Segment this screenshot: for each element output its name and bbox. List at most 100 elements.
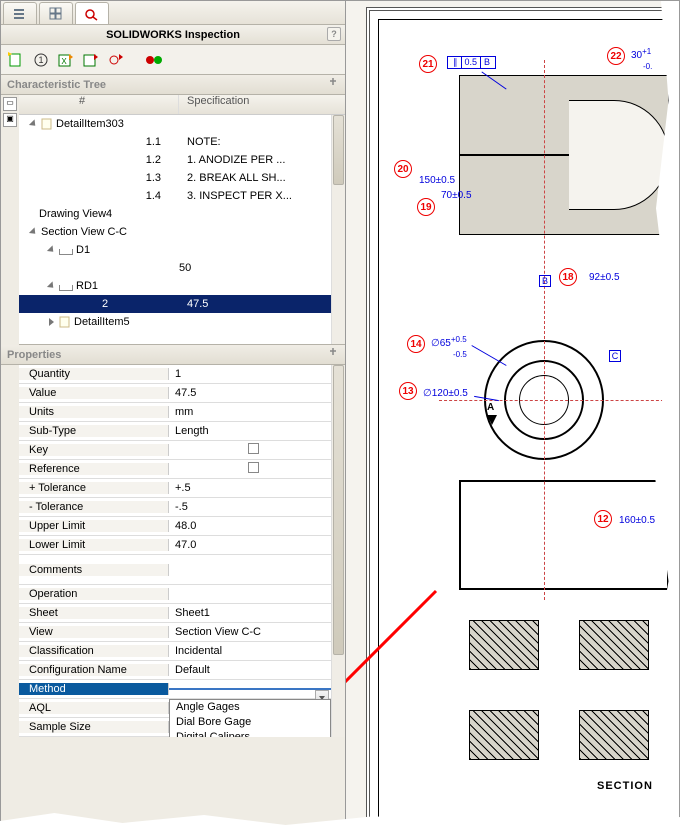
- balloon-21[interactable]: 21: [419, 55, 437, 73]
- grid-icon: [49, 7, 63, 21]
- balloon-13[interactable]: 13: [399, 382, 417, 400]
- char-tree-label: Characteristic Tree: [7, 79, 106, 91]
- panel-title: SOLIDWORKS Inspection: [106, 29, 240, 41]
- prop-sheet[interactable]: SheetSheet1: [19, 604, 331, 623]
- method-dropdown-list[interactable]: Angle Gages Dial Bore Gage Digital Calip…: [169, 699, 331, 737]
- tree-rd1-value-selected[interactable]: 247.5: [19, 295, 345, 313]
- export-report-button[interactable]: [80, 49, 102, 71]
- tree-item-1-4[interactable]: 1.43. INSPECT PER X...: [19, 187, 345, 205]
- prop-operation[interactable]: Operation: [19, 585, 331, 604]
- note-icon: [41, 118, 53, 130]
- prop-reference[interactable]: Reference: [19, 460, 331, 479]
- props-side-icons: [3, 365, 19, 367]
- dropdown-item[interactable]: Angle Gages: [170, 700, 330, 715]
- prop-units[interactable]: Unitsmm: [19, 403, 331, 422]
- pin-icon[interactable]: [327, 77, 341, 91]
- export-ballooned-button[interactable]: [105, 49, 127, 71]
- prop-comments[interactable]: Comments: [19, 555, 331, 585]
- collapse-all-icon[interactable]: ▣: [3, 113, 17, 127]
- tree-root[interactable]: DetailItem303: [19, 115, 345, 133]
- balloon-19[interactable]: 19: [417, 198, 435, 216]
- tree-item-1-3[interactable]: 1.32. BREAK ALL SH...: [19, 169, 345, 187]
- tab-inspection[interactable]: [75, 2, 109, 24]
- dim-160: 160±0.5: [619, 515, 655, 526]
- dim-dia65: ∅65+0.5-0.5: [431, 338, 467, 360]
- properties-label: Properties: [7, 349, 61, 361]
- note-icon: [59, 316, 71, 328]
- list-icon: [13, 7, 27, 21]
- dimension-icon: [59, 245, 73, 255]
- tree-d1[interactable]: D1: [19, 241, 345, 259]
- col-number[interactable]: #: [19, 95, 179, 114]
- tree-view4[interactable]: Drawing View4: [19, 205, 345, 223]
- title-bar: SOLIDWORKS Inspection ?: [1, 25, 345, 45]
- balloon-22[interactable]: 22: [607, 47, 625, 65]
- col-spec[interactable]: Specification: [179, 95, 345, 114]
- prop-classification[interactable]: ClassificationIncidental: [19, 642, 331, 661]
- drawing-canvas[interactable]: 21 22 20 19 18 14 13 12 150±0.5 70±0.5 9…: [346, 1, 679, 830]
- traffic-light-icon: [145, 54, 163, 66]
- dropdown-item[interactable]: Digital Calipers: [170, 730, 330, 737]
- section-arrow-icon: [487, 415, 497, 425]
- reference-checkbox[interactable]: [248, 462, 259, 473]
- props-scrollbar[interactable]: [331, 365, 345, 737]
- tree-rd1[interactable]: RD1: [19, 277, 345, 295]
- prop-quantity[interactable]: Quantity1: [19, 365, 331, 384]
- new-project-button[interactable]: [5, 49, 27, 71]
- dim-92: 92±0.5: [589, 272, 620, 283]
- balloon-20[interactable]: 20: [394, 160, 412, 178]
- characteristic-tree[interactable]: # Specification DetailItem303 1.1NOTE: 1…: [19, 95, 345, 345]
- tree-section-cc[interactable]: Section View C-C: [19, 223, 345, 241]
- prop-view[interactable]: ViewSection View C-C: [19, 623, 331, 642]
- report-export-icon: [83, 52, 99, 68]
- new-doc-icon: [8, 52, 24, 68]
- balloon-1-icon: 1: [33, 52, 49, 68]
- prop-minustol[interactable]: - Tolerance-.5: [19, 498, 331, 517]
- properties-header: Properties: [1, 345, 345, 365]
- dim-30: 30+1-0.: [631, 50, 652, 72]
- gdt-parallel: ∥0.5B: [447, 56, 496, 69]
- balloon-button[interactable]: 1: [30, 49, 52, 71]
- tree-item-1-2[interactable]: 1.21. ANODIZE PER ...: [19, 151, 345, 169]
- prop-value[interactable]: Value47.5: [19, 384, 331, 403]
- dim-dia120: ∅120±0.5: [423, 388, 468, 399]
- pin-icon[interactable]: [327, 347, 341, 361]
- expand-all-icon[interactable]: ▭: [3, 97, 17, 111]
- tab-2[interactable]: [39, 2, 73, 24]
- inspection-tab-icon: [84, 7, 100, 21]
- balloon-18[interactable]: 18: [559, 268, 577, 286]
- balloon-14[interactable]: 14: [407, 335, 425, 353]
- prop-lowerlimit[interactable]: Lower Limit47.0: [19, 536, 331, 555]
- prop-upperlimit[interactable]: Upper Limit48.0: [19, 517, 331, 536]
- tab-1[interactable]: [3, 2, 37, 24]
- status-button[interactable]: [143, 49, 165, 71]
- prop-subtype[interactable]: Sub-TypeLength: [19, 422, 331, 441]
- prop-configname[interactable]: Configuration NameDefault: [19, 661, 331, 680]
- key-checkbox[interactable]: [248, 443, 259, 454]
- prop-key[interactable]: Key: [19, 441, 331, 460]
- tree-detail5[interactable]: DetailItem5: [19, 313, 345, 331]
- prop-method[interactable]: Method: [19, 680, 331, 699]
- dim-150: 150±0.5: [419, 175, 455, 186]
- root-label: DetailItem303: [56, 118, 124, 130]
- scrollbar-thumb[interactable]: [333, 115, 344, 185]
- dropdown-item[interactable]: Dial Bore Gage: [170, 715, 330, 730]
- prop-plustol[interactable]: + Tolerance+.5: [19, 479, 331, 498]
- dim-70: 70±0.5: [441, 190, 472, 201]
- section-arrow-A: A: [487, 402, 494, 413]
- export-excel-button[interactable]: X: [55, 49, 77, 71]
- tree-side-icons: ▭ ▣: [3, 95, 19, 127]
- scrollbar-thumb[interactable]: [333, 365, 344, 655]
- datum-C: C: [609, 350, 621, 362]
- ballooned-export-icon: [108, 52, 124, 68]
- section-label: SECTION: [597, 780, 653, 792]
- svg-text:X: X: [61, 57, 67, 66]
- balloon-12[interactable]: 12: [594, 510, 612, 528]
- help-button[interactable]: ?: [327, 27, 341, 41]
- datum-B: B: [539, 275, 551, 287]
- tree-scrollbar[interactable]: [331, 115, 345, 344]
- tree-item-1-1[interactable]: 1.1NOTE:: [19, 133, 345, 151]
- tree-d1-value[interactable]: 50: [19, 259, 345, 277]
- characteristic-tree-header: Characteristic Tree: [1, 75, 345, 95]
- properties-grid[interactable]: Quantity1 Value47.5 Unitsmm Sub-TypeLeng…: [19, 365, 345, 737]
